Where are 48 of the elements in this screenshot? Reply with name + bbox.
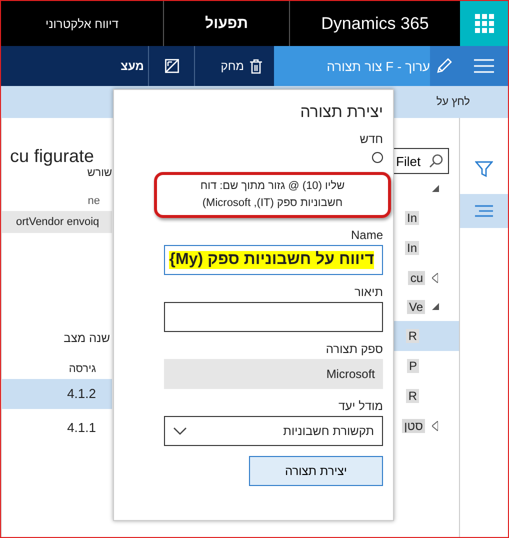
field-label: מודל יעד: [338, 399, 383, 413]
table-row[interactable]: ortVendor envoiq: [2, 211, 112, 233]
trash-icon: [250, 58, 262, 74]
tree-item[interactable]: In: [392, 203, 459, 233]
grid-icon: [474, 14, 494, 33]
collapsed-icon: [432, 272, 438, 282]
app-launcher-button[interactable]: [460, 1, 508, 46]
tree-item[interactable]: cu: [392, 263, 459, 292]
collapsed-icon: [432, 420, 438, 430]
search-field[interactable]: Filet: [392, 148, 449, 174]
record-title: cu figurate: [9, 146, 96, 167]
name-field[interactable]: דיווח על חשבוניות ספק (My}: [164, 245, 383, 275]
root-label: שורש: [86, 167, 112, 179]
info-text: לחץ על: [436, 96, 470, 108]
derived-text: שליו (10) @ גזור מתוך שם: דוח: [199, 179, 346, 194]
description-field[interactable]: [164, 302, 383, 332]
version-row[interactable]: 4.1.2: [2, 379, 112, 409]
derived-text: חשבוניות ספק (IT), Microsoft): [201, 196, 344, 211]
pencil-icon: [436, 58, 452, 74]
field-label: תיאור: [354, 285, 383, 299]
search-icon: [429, 154, 443, 168]
version-row[interactable]: 4.1.1: [2, 413, 112, 443]
list-button[interactable]: [460, 194, 508, 228]
field-label: חדש: [358, 132, 383, 146]
target-model-dropdown[interactable]: תקשורת חשבוניות: [164, 416, 383, 446]
tree-item[interactable]: Ve: [392, 292, 459, 321]
column-header: ne: [86, 195, 101, 207]
tree-item[interactable]: סטן: [392, 411, 459, 440]
menu-button[interactable]: [460, 46, 508, 86]
chevron-down-icon: [173, 427, 187, 435]
provider-field: Microsoft: [164, 359, 383, 389]
field-label: Name: [350, 228, 383, 242]
menu-icon: [474, 59, 494, 73]
radio-button[interactable]: [372, 152, 383, 163]
expanded-icon: [432, 303, 438, 310]
column-header: גירסה: [68, 363, 97, 375]
change-status-button[interactable]: שנה מצב: [2, 331, 112, 345]
expanded-icon: [432, 185, 438, 192]
tree-item[interactable]: P: [392, 351, 459, 381]
action-button[interactable]: מעצ: [1, 46, 148, 86]
filter-icon: [475, 161, 493, 177]
dialog-title: יצירת תצורה: [299, 104, 383, 122]
page-title: דיווח אלקטרוני: [44, 16, 120, 32]
create-button[interactable]: יצירת תצורה: [249, 456, 383, 486]
lines-icon: [475, 205, 493, 217]
tree-item[interactable]: In: [392, 233, 459, 263]
tree-item[interactable]: R: [392, 381, 459, 411]
ruler-pencil-icon: [164, 59, 178, 73]
